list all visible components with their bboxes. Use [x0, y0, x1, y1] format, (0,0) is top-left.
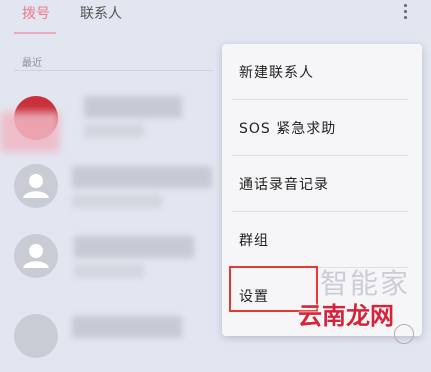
blurred-region: [0, 112, 60, 152]
menu-item-sos[interactable]: SOS 紧急求助: [222, 100, 422, 155]
menu-item-label: 通话录音记录: [239, 177, 329, 193]
watermark-brand: 云南龙网: [298, 302, 394, 330]
menu-item-label: 新建联系人: [239, 65, 314, 81]
menu-item-label: 群组: [239, 233, 269, 249]
menu-item-new-contact[interactable]: 新建联系人: [222, 44, 422, 99]
avatar-placeholder-icon: [14, 164, 58, 208]
active-tab-indicator: [14, 32, 56, 34]
circle-icon: [394, 324, 414, 344]
call-log-row[interactable]: [0, 312, 240, 372]
contact-name-blurred: [72, 166, 212, 188]
call-log-row[interactable]: [0, 160, 240, 220]
call-log-row[interactable]: [0, 230, 240, 290]
recent-section-label: 最近: [22, 58, 42, 69]
contact-name-blurred: [84, 96, 182, 118]
call-info-blurred: [72, 194, 162, 208]
avatar-placeholder-icon: [14, 314, 58, 358]
avatar-placeholder-icon: [14, 234, 58, 278]
tab-dialer[interactable]: 拨号: [22, 3, 50, 23]
menu-item-label: SOS 紧急求助: [239, 121, 337, 137]
contact-name-blurred: [74, 236, 194, 258]
tab-contacts[interactable]: 联系人: [80, 3, 122, 23]
divider: [14, 70, 214, 71]
tab-bar: 拨号 联系人: [0, 0, 431, 34]
call-info-blurred: [84, 124, 144, 138]
more-options-icon[interactable]: [396, 1, 414, 23]
contact-name-blurred: [72, 316, 182, 338]
menu-item-call-recordings[interactable]: 通话录音记录: [222, 156, 422, 211]
call-info-blurred: [74, 264, 144, 278]
menu-item-groups[interactable]: 群组: [222, 212, 422, 267]
